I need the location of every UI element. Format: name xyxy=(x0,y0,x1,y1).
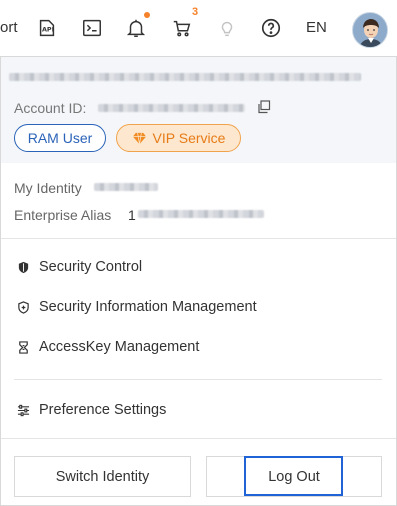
copy-icon[interactable] xyxy=(257,100,271,114)
truncated-nav-label[interactable]: ort xyxy=(0,19,18,36)
terminal-icon[interactable] xyxy=(80,16,104,40)
menu-item-label: Preference Settings xyxy=(39,402,167,418)
enterprise-alias-redacted xyxy=(138,210,264,218)
ram-user-badge-label: RAM User xyxy=(27,130,93,146)
user-avatar[interactable] xyxy=(352,12,388,48)
menu-item-accesskey-management[interactable]: AccessKey Management xyxy=(1,327,396,367)
footer-divider xyxy=(1,438,396,439)
menu-item-security-control[interactable]: Security Control xyxy=(1,247,396,287)
enterprise-alias-label: Enterprise Alias xyxy=(14,207,112,223)
menu-item-security-information-management[interactable]: Security Information Management xyxy=(1,287,396,327)
my-identity-redacted xyxy=(94,183,158,191)
account-id-redacted xyxy=(98,104,245,112)
diamond-icon xyxy=(132,132,146,144)
bell-icon[interactable] xyxy=(124,12,150,40)
notification-dot xyxy=(144,12,150,18)
menu-divider xyxy=(14,379,382,380)
my-identity-label: My Identity xyxy=(14,180,82,196)
sliders-icon xyxy=(16,403,30,417)
lightbulb-icon[interactable] xyxy=(215,16,239,40)
account-summary: Account ID: RAM User VIP Service xyxy=(1,57,396,163)
enterprise-alias-prefix: 1 xyxy=(128,207,136,223)
shield-check-icon xyxy=(16,260,30,274)
menu-item-label: Security Information Management xyxy=(39,299,257,315)
menu-item-label: AccessKey Management xyxy=(39,339,200,355)
key-icon xyxy=(16,340,30,354)
svg-text:API: API xyxy=(42,26,54,34)
language-switcher[interactable]: EN xyxy=(306,19,327,36)
switch-identity-button-label: Switch Identity xyxy=(55,468,150,485)
account-id-label: Account ID: xyxy=(14,100,87,116)
identity-info: My Identity Enterprise Alias 1 xyxy=(1,163,396,239)
cart-icon[interactable]: 3 xyxy=(170,6,198,40)
menu-item-label: Security Control xyxy=(39,259,143,275)
ram-user-badge: RAM User xyxy=(14,124,106,152)
top-navigation-bar: ort API 3 EN xyxy=(0,0,397,56)
log-out-focus-highlight xyxy=(244,456,343,496)
account-dropdown-panel: Account ID: RAM User VIP Service My Iden… xyxy=(0,56,397,506)
cart-count-badge: 3 xyxy=(192,6,199,18)
api-icon[interactable]: API xyxy=(35,16,59,40)
shield-plus-icon xyxy=(16,300,30,314)
menu-item-preference-settings[interactable]: Preference Settings xyxy=(1,390,396,430)
switch-identity-button[interactable]: Switch Identity xyxy=(14,456,191,497)
vip-service-badge[interactable]: VIP Service xyxy=(116,124,241,152)
vip-service-badge-label: VIP Service xyxy=(152,130,226,146)
help-icon[interactable] xyxy=(259,16,283,40)
account-name-redacted xyxy=(9,73,361,81)
